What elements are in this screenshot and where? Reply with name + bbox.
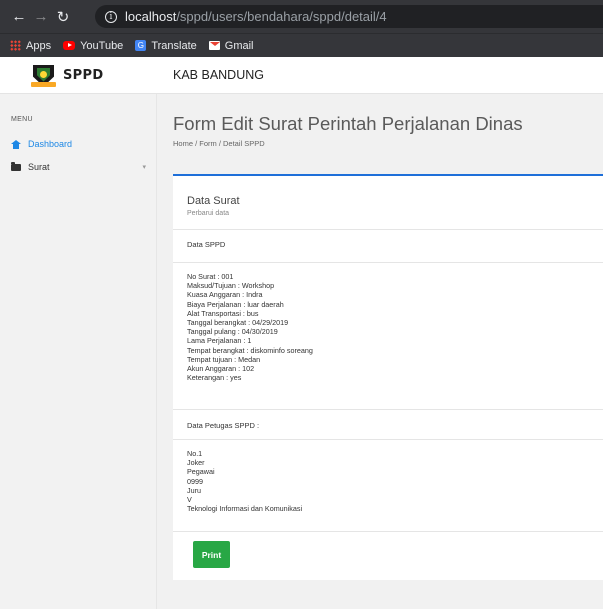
folder-icon <box>11 162 21 171</box>
divider <box>173 409 603 410</box>
sidebar-item-dashboard[interactable]: Dashboard <box>11 139 146 149</box>
translate-icon: G <box>135 40 147 51</box>
url-host: localhost <box>125 9 177 24</box>
youtube-icon <box>63 41 76 50</box>
list-item: Joker <box>187 458 205 468</box>
divider <box>173 439 603 440</box>
divider <box>173 531 603 532</box>
list-item: Teknologi Informasi dan Komunikasi <box>187 504 303 514</box>
petugas-details-list: No.1 Joker Pegawai 0999 Juru V Teknologi… <box>187 449 302 513</box>
card-subtitle: Perbarui data <box>187 210 230 217</box>
chevron-down-icon: ▾ <box>142 164 146 171</box>
list-item: Pegawai <box>187 467 215 477</box>
page-title: Form Edit Surat Perintah Perjalanan Dina… <box>173 113 523 134</box>
detail-card: Data Surat Perbarui data Data SPPD No Su… <box>173 174 603 580</box>
menu-label: MENU <box>11 116 33 123</box>
list-item: Alat Transportasi : bus <box>187 308 259 318</box>
card-title: Data Surat <box>187 195 240 207</box>
back-arrow-icon[interactable]: ← <box>8 8 30 25</box>
reload-icon[interactable]: ↻ <box>52 8 74 26</box>
bookmark-apps[interactable]: Apps <box>10 40 51 52</box>
sidebar-item-label: Surat <box>28 162 50 172</box>
divider <box>173 262 603 263</box>
list-item: Akun Anggaran : 102 <box>187 364 255 374</box>
list-item: No.1 <box>187 449 203 458</box>
list-item: Lama Perjalanan : 1 <box>187 336 252 346</box>
bookmark-gmail[interactable]: Gmail <box>208 40 254 52</box>
home-icon <box>11 139 21 149</box>
header-title: KAB BANDUNG <box>173 68 264 82</box>
list-item: Maksud/Tujuan : Workshop <box>187 281 275 291</box>
list-item: 0999 <box>187 476 203 486</box>
forward-arrow-icon[interactable]: → <box>30 8 52 25</box>
bookmark-translate[interactable]: G Translate <box>135 40 197 52</box>
print-button[interactable]: Print <box>193 541 230 568</box>
sidebar-item-label: Dashboard <box>28 139 73 149</box>
list-item: Tanggal pulang : 04/30/2019 <box>187 327 278 337</box>
list-item: Juru <box>187 485 201 495</box>
brand-name: SPPD <box>63 68 104 83</box>
list-item: Kuasa Anggaran : Indra <box>187 290 263 300</box>
list-item: Tanggal berangkat : 04/29/2019 <box>187 318 289 328</box>
sidebar-item-surat[interactable]: Surat ▾ <box>11 162 146 172</box>
url-path: /sppd/users/bendahara/sppd/detail/4 <box>176 9 387 24</box>
list-item: Biaya Perjalanan : luar daerah <box>187 299 284 309</box>
bookmark-youtube[interactable]: YouTube <box>63 40 123 52</box>
gmail-icon <box>208 41 220 50</box>
list-item: Keterangan : yes <box>187 373 242 383</box>
sppd-details-list: No Surat : 001 Maksud/Tujuan : Workshop … <box>187 272 313 382</box>
list-item: Tempat berangkat : diskominfo soreang <box>187 345 313 355</box>
breadcrumb: Home / Form / Detail SPPD <box>173 139 265 148</box>
divider <box>173 229 603 230</box>
kab-bandung-logo-icon <box>31 64 56 87</box>
browser-toolbar: ← → ↻ i localhost/sppd/users/bendahara/s… <box>0 0 603 33</box>
list-item: V <box>187 495 192 505</box>
apps-grid-icon <box>10 40 21 51</box>
list-item: Tempat tujuan : Medan <box>187 354 261 364</box>
bookmarks-bar: Apps YouTube G Translate Gmail <box>0 33 603 57</box>
app-header: SPPD KAB BANDUNG <box>0 57 603 94</box>
brand[interactable]: SPPD <box>0 57 157 94</box>
section-title-petugas: Data Petugas SPPD : <box>187 421 260 430</box>
address-bar[interactable]: i localhost/sppd/users/bendahara/sppd/de… <box>95 5 603 28</box>
info-icon[interactable]: i <box>105 10 117 23</box>
list-item: No Surat : 001 <box>187 272 234 281</box>
sidebar: MENU Dashboard Surat ▾ <box>0 94 157 609</box>
section-title-sppd: Data SPPD <box>187 240 226 249</box>
